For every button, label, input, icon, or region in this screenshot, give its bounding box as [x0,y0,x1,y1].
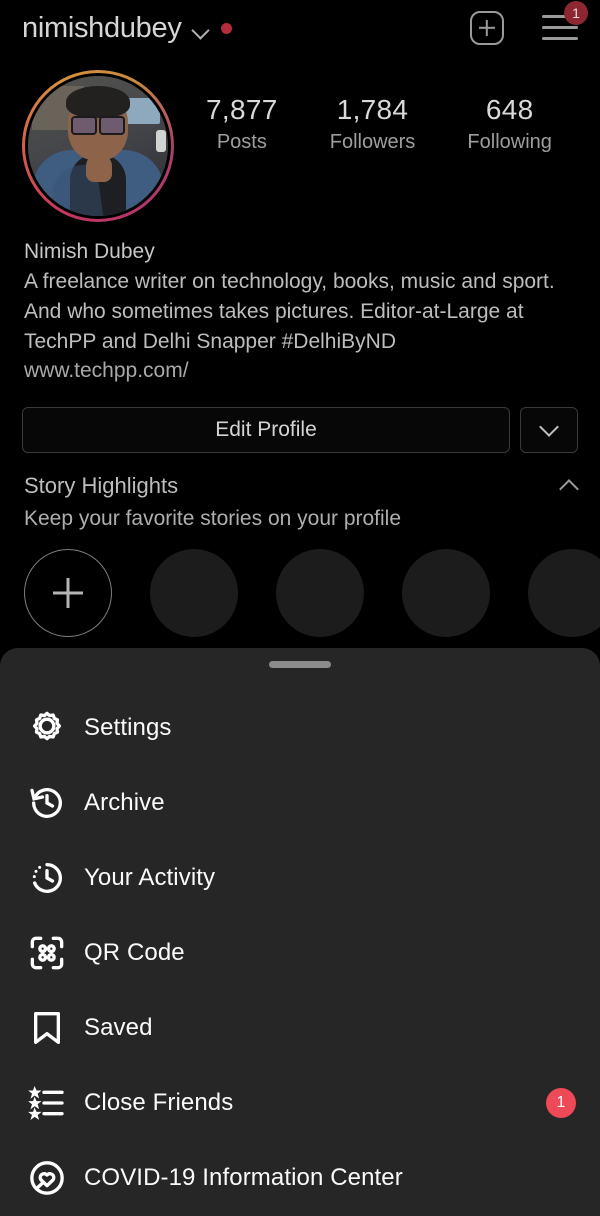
menu-item-covid-information-center[interactable]: COVID-19 Information Center [0,1140,600,1215]
avatar-story-ring[interactable] [22,70,174,222]
plus-square-icon [470,11,504,45]
stat-posts[interactable]: 7,877 Posts [206,94,278,154]
archive-clock-icon [24,780,70,826]
menu-item-label: QR Code [84,938,185,966]
menu-item-label: Saved [84,1013,153,1041]
stat-following-label: Following [467,131,552,153]
profile-dropdown-button[interactable] [520,407,578,453]
profile-actions: Edit Profile [0,383,600,453]
bottom-sheet: Settings Archive Your Activity QR Code S… [0,648,600,1216]
menu-badge: 1 [564,1,588,25]
hamburger-menu-icon: 1 [542,1,588,41]
avatar[interactable] [25,73,171,219]
highlight-placeholder[interactable] [528,549,600,637]
avatar-glasses [71,116,125,135]
avatar-monitor [126,98,160,124]
menu-item-archive[interactable]: Archive [0,765,600,840]
status-badge: 1 [546,1087,576,1118]
highlight-placeholder[interactable] [276,549,364,637]
username-label[interactable]: nimishdubey [22,12,182,45]
menu-item-qr-code[interactable]: QR Code [0,915,600,990]
chevron-down-icon[interactable] [190,20,210,40]
close-friends-list-icon [24,1080,70,1126]
stat-followers-value: 1,784 [336,94,409,125]
story-highlights-title: Story Highlights [24,473,179,498]
menu-item-label: Close Friends [84,1088,234,1116]
gear-icon [24,705,70,751]
stat-posts-value: 7,877 [206,94,278,125]
status-dot-icon [220,22,232,34]
top-bar: nimishdubey 1 [0,0,600,56]
drag-handle[interactable] [269,661,331,668]
stat-following[interactable]: 648 Following [467,94,551,154]
menu-item-settings[interactable]: Settings [0,690,600,765]
stat-posts-label: Posts [216,131,267,153]
menu-item-saved[interactable]: Saved [0,990,600,1065]
add-post-button[interactable] [470,11,504,45]
profile-header: 7,877 Posts 1,784 Followers 648 Followin… [0,56,600,222]
activity-clock-icon [24,855,70,901]
website-link[interactable]: www.techpp.com/ [24,359,576,383]
display-name: Nimish Dubey [24,240,155,263]
menu-item-label: Archive [84,788,165,816]
avatar-hair [66,86,130,118]
profile-bio: Nimish Dubey A freelance writer on techn… [0,222,600,383]
story-highlights-subtitle: Keep your favorite stories on your profi… [24,507,402,530]
menu-button[interactable]: 1 [504,1,588,41]
avatar-lamp [156,130,166,152]
edit-profile-button[interactable]: Edit Profile [22,407,510,453]
bio-line-3: TechPP and Delhi Snapper #DelhiByND [24,330,396,353]
heart-circle-icon [24,1155,70,1201]
qr-code-icon [24,930,70,976]
bookmark-icon [24,1005,70,1051]
new-highlight-button[interactable] [24,549,112,637]
menu-item-label: COVID-19 Information Center [84,1163,403,1191]
story-highlights-row [0,531,600,637]
highlight-placeholder[interactable] [150,549,238,637]
menu-item-label: Settings [84,713,172,741]
chevron-down-icon [539,417,559,437]
bio-line-1: A freelance writer on technology, books,… [24,270,555,293]
stat-followers-label: Followers [329,131,416,153]
chevron-up-icon[interactable] [559,479,579,499]
instagram-profile-screen: nimishdubey 1 7,877 Posts 1,784 Follower… [0,0,600,1216]
menu-item-close-friends[interactable]: Close Friends 1 [0,1065,600,1140]
highlight-placeholder[interactable] [402,549,490,637]
story-highlights-header: Story Highlights [0,453,600,499]
menu-item-label: Your Activity [84,863,216,891]
bio-line-2: And who sometimes takes pictures. Editor… [24,300,524,323]
sheet-menu: Settings Archive Your Activity QR Code S… [0,668,600,1215]
menu-item-your-activity[interactable]: Your Activity [0,840,600,915]
stat-following-value: 648 [485,94,534,125]
profile-stats: 7,877 Posts 1,784 Followers 648 Followin… [174,70,578,154]
stat-followers[interactable]: 1,784 Followers [330,94,416,154]
avatar-hand [86,154,112,182]
